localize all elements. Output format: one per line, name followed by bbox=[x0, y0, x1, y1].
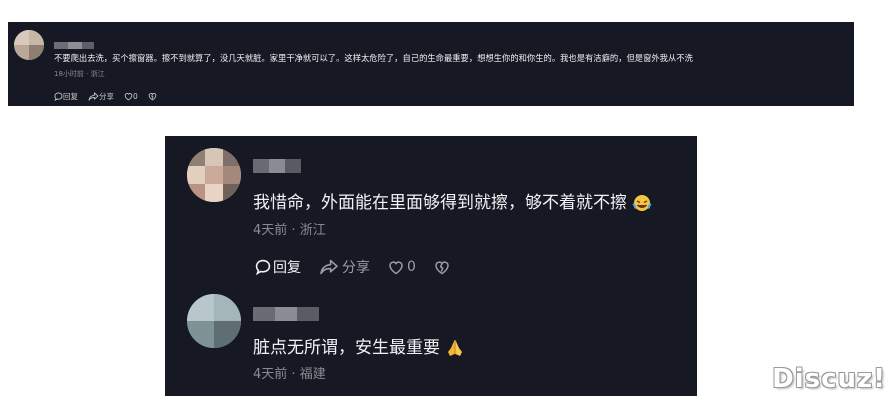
comment-text: 我惜命，外面能在里面够得到就擦，够不着就不擦 bbox=[253, 188, 652, 213]
comment-location: 浙江 bbox=[299, 223, 326, 238]
comment-text-content: 我惜命，外面能在里面够得到就擦，够不着就不擦 bbox=[253, 193, 627, 213]
username-blurred[interactable] bbox=[54, 34, 94, 49]
dislike-heart-icon bbox=[435, 260, 449, 274]
reply-label: 回复 bbox=[273, 260, 301, 276]
reply-button[interactable]: 回复 bbox=[255, 257, 301, 277]
meta-separator: · bbox=[291, 367, 296, 382]
comment-location: 浙江 bbox=[90, 70, 105, 78]
dislike-button[interactable] bbox=[148, 92, 157, 101]
comment-actions: 回复 分享 0 bbox=[255, 257, 450, 277]
share-label: 分享 bbox=[99, 92, 114, 101]
like-count: 0 bbox=[133, 92, 138, 101]
dislike-heart-icon bbox=[148, 93, 157, 101]
laughing-with-tears-emoji-icon bbox=[632, 195, 652, 211]
share-button[interactable]: 分享 bbox=[88, 91, 114, 102]
like-button[interactable]: 0 bbox=[124, 92, 138, 101]
meta-separator: · bbox=[291, 223, 296, 238]
comment-time: 4天前 bbox=[253, 367, 288, 382]
comment-time: 4天前 bbox=[253, 223, 288, 238]
avatar[interactable] bbox=[14, 30, 44, 60]
share-button[interactable]: 分享 bbox=[319, 257, 370, 277]
comment-text-content: 脏点无所谓，安生最重要 bbox=[253, 338, 440, 358]
comment-text: 不要爬出去洗，买个擦窗器。擦不到就算了，没几天就脏。家里干净就可以了。这样太危险… bbox=[54, 53, 693, 63]
folded-hands-emoji-icon bbox=[448, 340, 463, 356]
comment-panel-top: 不要爬出去洗，买个擦窗器。擦不到就算了，没几天就脏。家里干净就可以了。这样太危险… bbox=[8, 22, 854, 106]
meta-separator: · bbox=[86, 70, 89, 78]
like-button[interactable]: 0 bbox=[388, 259, 416, 275]
reply-label: 回复 bbox=[63, 92, 78, 101]
share-arrow-icon bbox=[320, 259, 338, 275]
comment-text: 脏点无所谓，安生最重要 bbox=[253, 333, 465, 358]
comment-bubble-icon bbox=[255, 259, 271, 275]
watermark-logo: Discuz! bbox=[772, 364, 886, 394]
username-blurred[interactable] bbox=[253, 306, 319, 321]
avatar[interactable] bbox=[187, 148, 241, 202]
comment-meta: 4天前 · 浙江 bbox=[253, 219, 326, 238]
comment-location: 福建 bbox=[299, 367, 326, 382]
comment-panel-bottom: 我惜命，外面能在里面够得到就擦，够不着就不擦 4天前 · 浙江 回复 分享 0 bbox=[165, 136, 697, 396]
comment-meta: 18小时前 · 浙江 bbox=[54, 69, 105, 79]
comment-actions: 回复 分享 0 bbox=[54, 91, 157, 102]
reply-button[interactable]: 回复 bbox=[54, 91, 78, 102]
avatar[interactable] bbox=[187, 294, 241, 348]
comment-time: 18小时前 bbox=[54, 70, 84, 78]
comment-bubble-icon bbox=[54, 92, 63, 101]
share-label: 分享 bbox=[342, 260, 370, 276]
heart-icon bbox=[124, 93, 133, 101]
comment-meta: 4天前 · 福建 bbox=[253, 363, 326, 382]
username-blurred[interactable] bbox=[253, 158, 301, 173]
like-count: 0 bbox=[407, 259, 416, 275]
heart-icon bbox=[389, 260, 403, 274]
dislike-button[interactable] bbox=[434, 260, 450, 275]
share-arrow-icon bbox=[88, 92, 99, 101]
